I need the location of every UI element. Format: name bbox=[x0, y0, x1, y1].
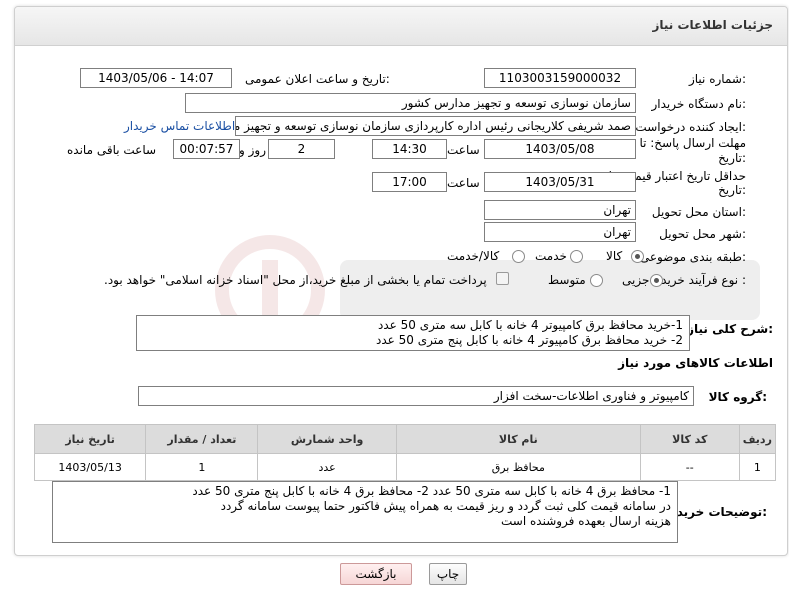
validity-date-label: تاریخ: bbox=[718, 183, 746, 197]
summary-textarea[interactable]: 1-خرید محافظ برق کامپیوتر 4 خانه با کابل… bbox=[136, 315, 690, 351]
days-label: روز و bbox=[239, 143, 266, 157]
deadline-label: مهلت ارسال پاسخ: تا bbox=[639, 136, 746, 150]
summary-line: 1-خرید محافظ برق کامپیوتر 4 خانه با کابل… bbox=[378, 318, 683, 332]
cell-date: 1403/05/13 bbox=[33, 453, 147, 481]
buyer-notes-textarea[interactable]: 1- محافظ برق 4 خانه با کابل سه متری 50 ع… bbox=[52, 481, 678, 543]
goods-group-field: کامپیوتر و فناوری اطلاعات-سخت افزار bbox=[138, 386, 694, 406]
city-label: شهر محل تحویل: bbox=[659, 227, 746, 241]
category-radio-goods[interactable] bbox=[631, 250, 644, 263]
deadline-date-label: تاریخ: bbox=[718, 151, 746, 165]
page-title: جزئیات اطلاعات نیاز bbox=[652, 18, 773, 32]
treasury-payment-note: پرداخت تمام یا بخشی از مبلغ خرید،از محل … bbox=[104, 273, 487, 287]
col-name: نام کالا bbox=[395, 424, 641, 454]
panel-header: جزئیات اطلاعات نیاز bbox=[15, 7, 787, 46]
goods-group-label: گروه کالا: bbox=[708, 390, 767, 404]
process-radio-medium[interactable] bbox=[590, 274, 603, 287]
category-option-both: کالا/خدمت bbox=[447, 249, 500, 263]
category-label: طبقه بندی موضوعی: bbox=[639, 250, 746, 264]
col-date: تاریخ نیاز bbox=[33, 424, 147, 454]
cell-name: محافظ برق bbox=[395, 453, 641, 481]
col-qty: تعداد / مقدار bbox=[145, 424, 259, 454]
buyer-notes-label: توضیحات خریدار: bbox=[665, 505, 767, 519]
process-option-medium: متوسط bbox=[548, 273, 586, 287]
cell-row: 1 bbox=[738, 453, 777, 481]
deadline-time-label: ساعت bbox=[447, 143, 480, 157]
city-field: تهران bbox=[484, 222, 636, 242]
cell-code: -- bbox=[639, 453, 740, 481]
need-number-field: 1103003159000032 bbox=[484, 68, 636, 88]
validity-time-field: 17:00 bbox=[372, 172, 447, 192]
creator-label: ایجاد کننده درخواست: bbox=[635, 120, 746, 134]
category-radio-service[interactable] bbox=[570, 250, 583, 263]
days-field: 2 bbox=[268, 139, 335, 159]
province-label: استان محل تحویل: bbox=[651, 205, 746, 219]
creator-field: صمد شریفی کلاریجانی رئیس اداره کارپردازی… bbox=[235, 116, 636, 136]
province-field: تهران bbox=[484, 200, 636, 220]
cell-unit: عدد bbox=[257, 453, 397, 481]
notes-line: هزینه ارسال بعهده فروشنده است bbox=[501, 514, 671, 528]
deadline-date-field: 1403/05/08 bbox=[484, 139, 636, 159]
process-radio-minor[interactable] bbox=[650, 274, 663, 287]
cell-qty: 1 bbox=[145, 453, 259, 481]
category-radio-both[interactable] bbox=[512, 250, 525, 263]
buyer-org-label: نام دستگاه خریدار: bbox=[651, 97, 747, 111]
col-code: کد کالا bbox=[639, 424, 740, 454]
goods-section-title: اطلاعات کالاهای مورد نیاز bbox=[618, 356, 773, 370]
validity-time-label: ساعت bbox=[447, 176, 480, 190]
buyer-contact-link[interactable]: اطلاعات تماس خریدار bbox=[124, 119, 235, 133]
col-row: ردیف bbox=[738, 424, 777, 454]
validity-date-field: 1403/05/31 bbox=[484, 172, 636, 192]
remaining-label: ساعت باقی مانده bbox=[67, 143, 157, 157]
remaining-time-field: 00:07:57 bbox=[173, 139, 240, 159]
need-number-label: شماره نیاز: bbox=[688, 72, 746, 86]
print-button[interactable]: چاپ bbox=[429, 563, 467, 585]
category-option-service: خدمت bbox=[535, 249, 567, 263]
treasury-checkbox[interactable] bbox=[496, 272, 509, 285]
announce-label: تاریخ و ساعت اعلان عمومی: bbox=[245, 72, 390, 86]
summary-label: شرح کلی نیاز: bbox=[687, 322, 773, 336]
table-row: 1 -- محافظ برق عدد 1 1403/05/13 bbox=[33, 453, 777, 481]
deadline-time-field: 14:30 bbox=[372, 139, 447, 159]
goods-table: ردیف کد کالا نام کالا واحد شمارش تعداد /… bbox=[33, 424, 777, 481]
summary-line: 2- خرید محافظ برق کامپیوتر 4 خانه با کاب… bbox=[376, 333, 683, 347]
notes-line: در سامانه قیمت کلی ثبت گردد و ریز قیمت ب… bbox=[220, 499, 671, 513]
process-label: نوع فرآیند خرید : bbox=[661, 273, 746, 287]
announce-field: 1403/05/06 - 14:07 bbox=[80, 68, 232, 88]
notes-line: 1- محافظ برق 4 خانه با کابل سه متری 50 ع… bbox=[192, 484, 671, 498]
table-header-row: ردیف کد کالا نام کالا واحد شمارش تعداد /… bbox=[33, 424, 777, 454]
back-button[interactable]: بازگشت bbox=[340, 563, 412, 585]
category-option-goods: کالا bbox=[606, 249, 623, 263]
col-unit: واحد شمارش bbox=[257, 424, 397, 454]
buyer-org-field: سازمان نوسازی توسعه و تجهیز مدارس کشور bbox=[185, 93, 636, 113]
process-option-minor: جزیی bbox=[622, 273, 650, 287]
